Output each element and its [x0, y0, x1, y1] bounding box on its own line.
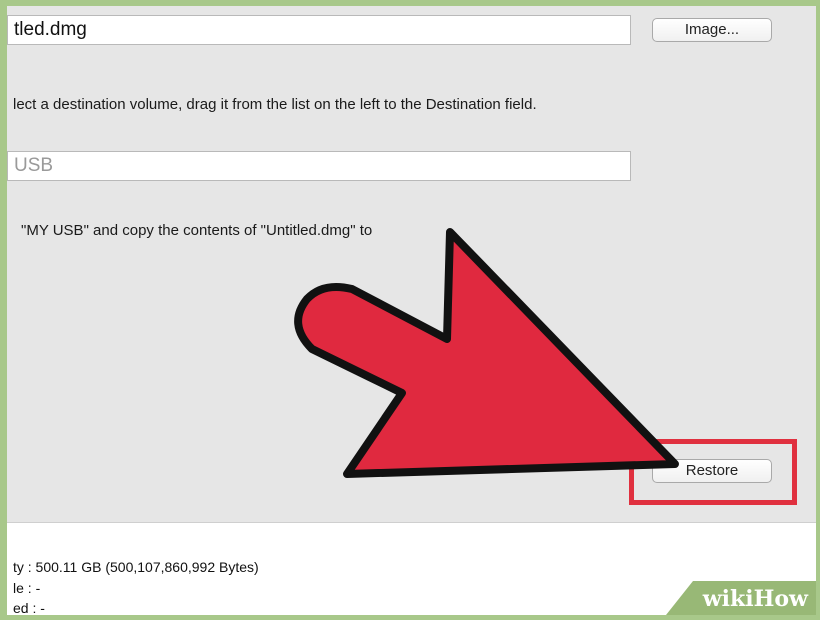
- instruction-text: lect a destination volume, drag it from …: [13, 96, 537, 113]
- image-button[interactable]: Image...: [652, 18, 772, 42]
- destination-field-value: USB: [14, 155, 54, 176]
- info-capacity: ty : 500.11 GB (500,107,860,992 Bytes): [13, 559, 259, 575]
- info-line-3: ed : -: [13, 600, 45, 616]
- confirm-text: "MY USB" and copy the contents of "Untit…: [21, 222, 373, 239]
- screenshot-frame: tled.dmg Image... lect a destination vol…: [0, 0, 820, 620]
- watermark-how: How: [753, 586, 808, 612]
- restore-highlight-box: [629, 439, 797, 505]
- source-field[interactable]: tled.dmg: [7, 15, 631, 45]
- restore-panel: tled.dmg Image... lect a destination vol…: [7, 6, 816, 523]
- wikihow-watermark: wikiHow: [666, 581, 816, 615]
- info-line-2: le : -: [13, 580, 41, 596]
- watermark-wiki: wiki: [702, 586, 754, 612]
- source-field-value: tled.dmg: [14, 19, 87, 40]
- destination-field[interactable]: USB: [7, 151, 631, 181]
